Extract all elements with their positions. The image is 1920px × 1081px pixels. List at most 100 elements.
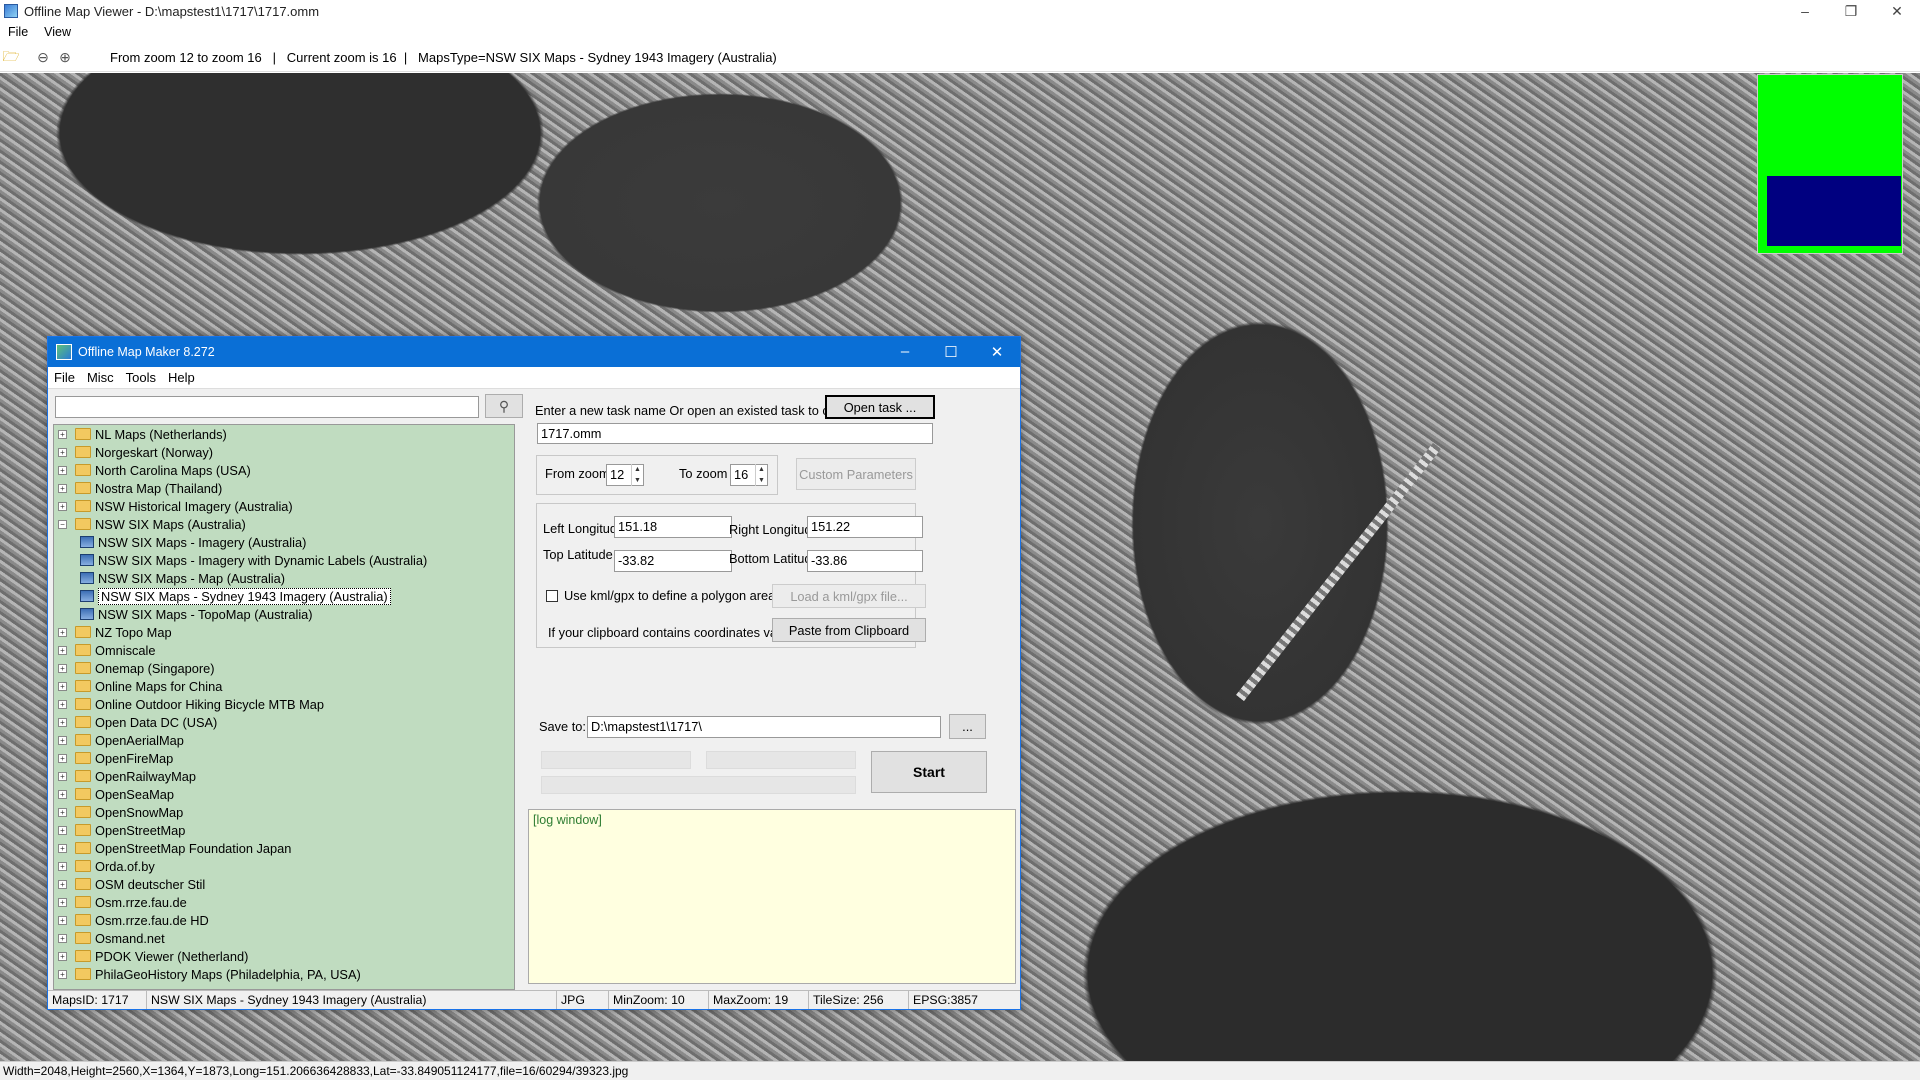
tree-item[interactable]: + NZ Topo Map: [54, 623, 514, 641]
tree-item[interactable]: NSW SIX Maps - Sydney 1943 Imagery (Aust…: [54, 587, 514, 605]
tree-item[interactable]: + Onemap (Singapore): [54, 659, 514, 677]
tree-item[interactable]: + North Carolina Maps (USA): [54, 461, 514, 479]
zoom-out-icon[interactable]: ⊖: [32, 47, 54, 69]
tree-item[interactable]: + Norgeskart (Norway): [54, 443, 514, 461]
expand-icon[interactable]: +: [58, 465, 67, 475]
expand-icon[interactable]: +: [58, 429, 67, 439]
from-zoom-stepper[interactable]: ▲ ▼: [631, 464, 643, 486]
expand-icon[interactable]: +: [58, 807, 67, 817]
expand-icon[interactable]: +: [58, 969, 67, 979]
tree-item-label: OpenStreetMap Foundation Japan: [95, 840, 292, 856]
paste-clipboard-button[interactable]: Paste from Clipboard: [772, 618, 926, 642]
expand-icon[interactable]: +: [58, 753, 67, 763]
tree-item-label: OpenFireMap: [95, 750, 174, 766]
tree-item[interactable]: + Online Maps for China: [54, 677, 514, 695]
minimap[interactable]: [1757, 74, 1903, 254]
tree-item[interactable]: − NSW SIX Maps (Australia): [54, 515, 514, 533]
open-folder-icon[interactable]: 🗁: [0, 47, 22, 69]
expand-icon[interactable]: +: [58, 645, 67, 655]
maps-tree[interactable]: + NL Maps (Netherlands) + Norgeskart (Norwa…: [53, 424, 515, 990]
tree-item[interactable]: + Omniscale: [54, 641, 514, 659]
tree-item[interactable]: + Nostra Map (Thailand): [54, 479, 514, 497]
menu-file[interactable]: File: [0, 25, 36, 39]
zoom-in-icon[interactable]: ⊕: [54, 47, 76, 69]
expand-icon[interactable]: +: [58, 915, 67, 925]
expand-icon[interactable]: +: [58, 717, 67, 727]
kml-checkbox-label: Use kml/gpx to define a polygon area: [564, 588, 776, 603]
minimize-button[interactable]: –: [1782, 0, 1828, 22]
tree-item[interactable]: NSW SIX Maps - Imagery (Australia): [54, 533, 514, 551]
expand-icon[interactable]: +: [58, 933, 67, 943]
log-window[interactable]: [log window]: [528, 809, 1016, 984]
expand-icon[interactable]: +: [58, 951, 67, 961]
dialog-minimize-button[interactable]: –: [882, 343, 928, 361]
task-name-input[interactable]: 1717.omm: [537, 423, 933, 444]
tree-item[interactable]: + NL Maps (Netherlands): [54, 425, 514, 443]
tree-item[interactable]: + NSW Historical Imagery (Australia): [54, 497, 514, 515]
tree-item[interactable]: + OpenAerialMap: [54, 731, 514, 749]
right-longitude-input[interactable]: 151.22: [807, 516, 923, 538]
to-zoom-stepper[interactable]: ▲ ▼: [755, 464, 767, 486]
expand-icon[interactable]: +: [58, 897, 67, 907]
kml-checkbox[interactable]: [546, 590, 558, 602]
expand-icon[interactable]: +: [58, 789, 67, 799]
tree-item[interactable]: + Orda.of.by: [54, 857, 514, 875]
dialog-menu-help[interactable]: Help: [162, 370, 201, 385]
tree-item[interactable]: + OpenSeaMap: [54, 785, 514, 803]
search-button[interactable]: ⚲: [485, 394, 523, 418]
left-longitude-input[interactable]: 151.18: [614, 516, 732, 538]
tree-item[interactable]: + OpenRailwayMap: [54, 767, 514, 785]
map-search-input[interactable]: [55, 396, 479, 418]
tree-item-label: OpenSnowMap: [95, 804, 184, 820]
save-path-input[interactable]: D:\mapstest1\1717\: [587, 716, 941, 738]
expand-icon[interactable]: +: [58, 735, 67, 745]
expand-icon[interactable]: +: [58, 483, 67, 493]
dialog-menu-misc[interactable]: Misc: [81, 370, 120, 385]
tree-item[interactable]: + OpenStreetMap Foundation Japan: [54, 839, 514, 857]
expand-icon[interactable]: +: [58, 627, 67, 637]
expand-icon[interactable]: +: [58, 501, 67, 511]
tree-item[interactable]: + Osm.rrze.fau.de HD: [54, 911, 514, 929]
expand-icon[interactable]: +: [58, 843, 67, 853]
tree-item[interactable]: + PDOK Viewer (Netherland): [54, 947, 514, 965]
top-latitude-input[interactable]: -33.82: [614, 550, 732, 572]
expand-icon[interactable]: +: [58, 825, 67, 835]
expand-icon[interactable]: +: [58, 771, 67, 781]
expand-icon[interactable]: +: [58, 879, 67, 889]
expand-icon[interactable]: +: [58, 861, 67, 871]
maximize-button[interactable]: ❐: [1828, 0, 1874, 22]
minimap-viewport[interactable]: [1767, 176, 1901, 246]
dialog-maximize-button[interactable]: ☐: [928, 343, 974, 361]
tree-item[interactable]: NSW SIX Maps - Map (Australia): [54, 569, 514, 587]
tree-item[interactable]: + OpenStreetMap: [54, 821, 514, 839]
dialog-menu-tools[interactable]: Tools: [120, 370, 162, 385]
expand-icon[interactable]: +: [58, 681, 67, 691]
bottom-latitude-input[interactable]: -33.86: [807, 550, 923, 572]
tree-item[interactable]: + OpenSnowMap: [54, 803, 514, 821]
close-button[interactable]: ✕: [1874, 0, 1920, 22]
tree-item[interactable]: + OpenFireMap: [54, 749, 514, 767]
tree-item[interactable]: + Osm.rrze.fau.de: [54, 893, 514, 911]
expand-icon[interactable]: +: [58, 699, 67, 709]
tree-item[interactable]: NSW SIX Maps - Imagery with Dynamic Labe…: [54, 551, 514, 569]
browse-button[interactable]: ...: [949, 714, 986, 739]
load-kml-button[interactable]: Load a kml/gpx file...: [772, 584, 926, 608]
expand-icon[interactable]: +: [58, 447, 67, 457]
status-maps-name: NSW SIX Maps - Sydney 1943 Imagery (Aust…: [147, 991, 557, 1009]
dialog-menu-file[interactable]: File: [48, 370, 81, 385]
tree-item[interactable]: + Osmand.net: [54, 929, 514, 947]
dialog-close-button[interactable]: ✕: [974, 343, 1020, 361]
start-button[interactable]: Start: [871, 751, 987, 793]
collapse-icon[interactable]: −: [58, 519, 67, 529]
tree-item[interactable]: + OSM deutscher Stil: [54, 875, 514, 893]
left-longitude-label: Left Longitude: [543, 521, 625, 536]
tree-item[interactable]: + Open Data DC (USA): [54, 713, 514, 731]
tree-item[interactable]: NSW SIX Maps - TopoMap (Australia): [54, 605, 514, 623]
menu-view[interactable]: View: [36, 25, 79, 39]
tree-item[interactable]: + PhilaGeoHistory Maps (Philadelphia, PA,…: [54, 965, 514, 983]
expand-icon[interactable]: +: [58, 663, 67, 673]
open-task-button[interactable]: Open task ...: [825, 395, 935, 419]
custom-parameters-button[interactable]: Custom Parameters: [796, 458, 916, 490]
tree-item[interactable]: + Online Outdoor Hiking Bicycle MTB Map: [54, 695, 514, 713]
tree-item-label: Omniscale: [95, 642, 156, 658]
